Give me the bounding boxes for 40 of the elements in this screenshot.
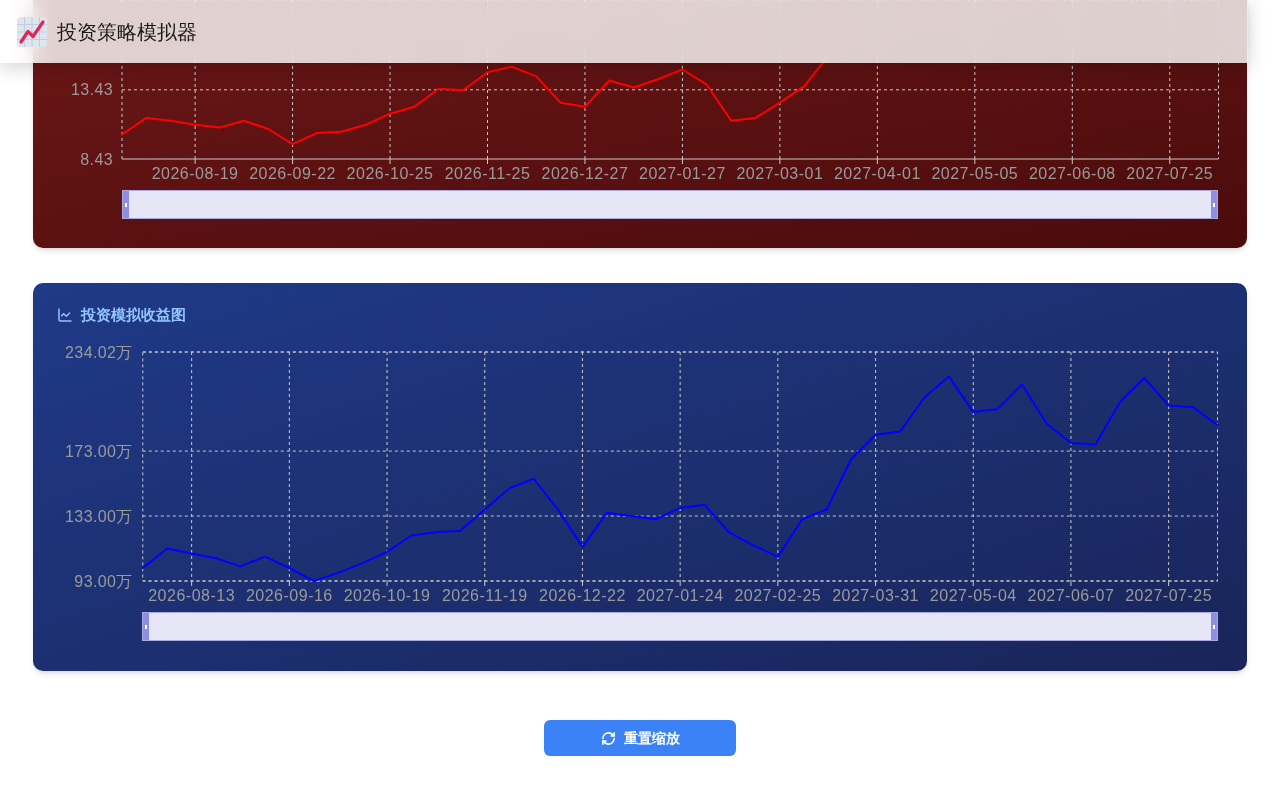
- x-axis-label: 2027-05-04: [929, 587, 1017, 604]
- y-axis-label: 13.43: [70, 81, 113, 99]
- x-axis-label: 2026-11-19: [441, 587, 528, 604]
- x-axis-label: 2027-03-31: [832, 587, 919, 604]
- chart-title: 投资模拟收益图: [81, 305, 186, 325]
- x-axis-label: 2027-04-01: [833, 165, 921, 182]
- x-axis-label: 2026-09-16: [245, 587, 333, 604]
- x-axis-label: 2027-01-24: [636, 587, 724, 604]
- x-axis-label: 2027-06-08: [1028, 165, 1116, 182]
- x-axis-label: 2026-12-27: [541, 165, 629, 182]
- x-axis-label: 2027-05-05: [931, 165, 1019, 182]
- x-axis-label: 2026-12-22: [539, 587, 626, 604]
- y-axis-label: 8.43: [80, 150, 113, 168]
- slider-handle[interactable]: [1211, 613, 1217, 640]
- x-axis-label: 2027-07-25: [1126, 165, 1214, 182]
- x-axis-label: 2026-09-22: [249, 165, 336, 182]
- x-axis-label: 2026-08-19: [151, 165, 239, 182]
- y-axis-label: 93.00万: [74, 572, 133, 590]
- zoom-slider-track[interactable]: [122, 190, 1218, 219]
- x-axis-label: 2026-08-13: [148, 587, 236, 604]
- y-axis-label: 173.00万: [65, 442, 133, 460]
- x-axis-label: 2027-06-07: [1027, 587, 1115, 604]
- refresh-icon: [600, 730, 616, 746]
- x-axis-label: 2026-11-25: [444, 165, 531, 182]
- x-axis-label: 2027-03-01: [736, 165, 824, 182]
- app-title: 投资策略模拟器: [57, 19, 197, 45]
- x-axis-label: 2027-07-25: [1125, 587, 1213, 604]
- reset-zoom-button[interactable]: 重置缩放: [544, 720, 736, 756]
- x-axis-label: 2026-10-25: [346, 165, 434, 182]
- slider-handle[interactable]: [1211, 191, 1217, 218]
- y-axis-label: 234.02万: [65, 343, 133, 361]
- chart-logo-icon: [17, 16, 47, 47]
- y-axis-label: 133.00万: [65, 507, 133, 525]
- x-axis-label: 2027-01-27: [639, 165, 726, 182]
- x-axis-label: 2026-10-19: [343, 587, 431, 604]
- slider-handle[interactable]: [123, 191, 129, 218]
- slider-handle[interactable]: [143, 613, 149, 640]
- zoom-slider-track[interactable]: [142, 612, 1218, 641]
- x-axis-label: 2027-02-25: [734, 587, 822, 604]
- line-chart-icon: [57, 307, 73, 323]
